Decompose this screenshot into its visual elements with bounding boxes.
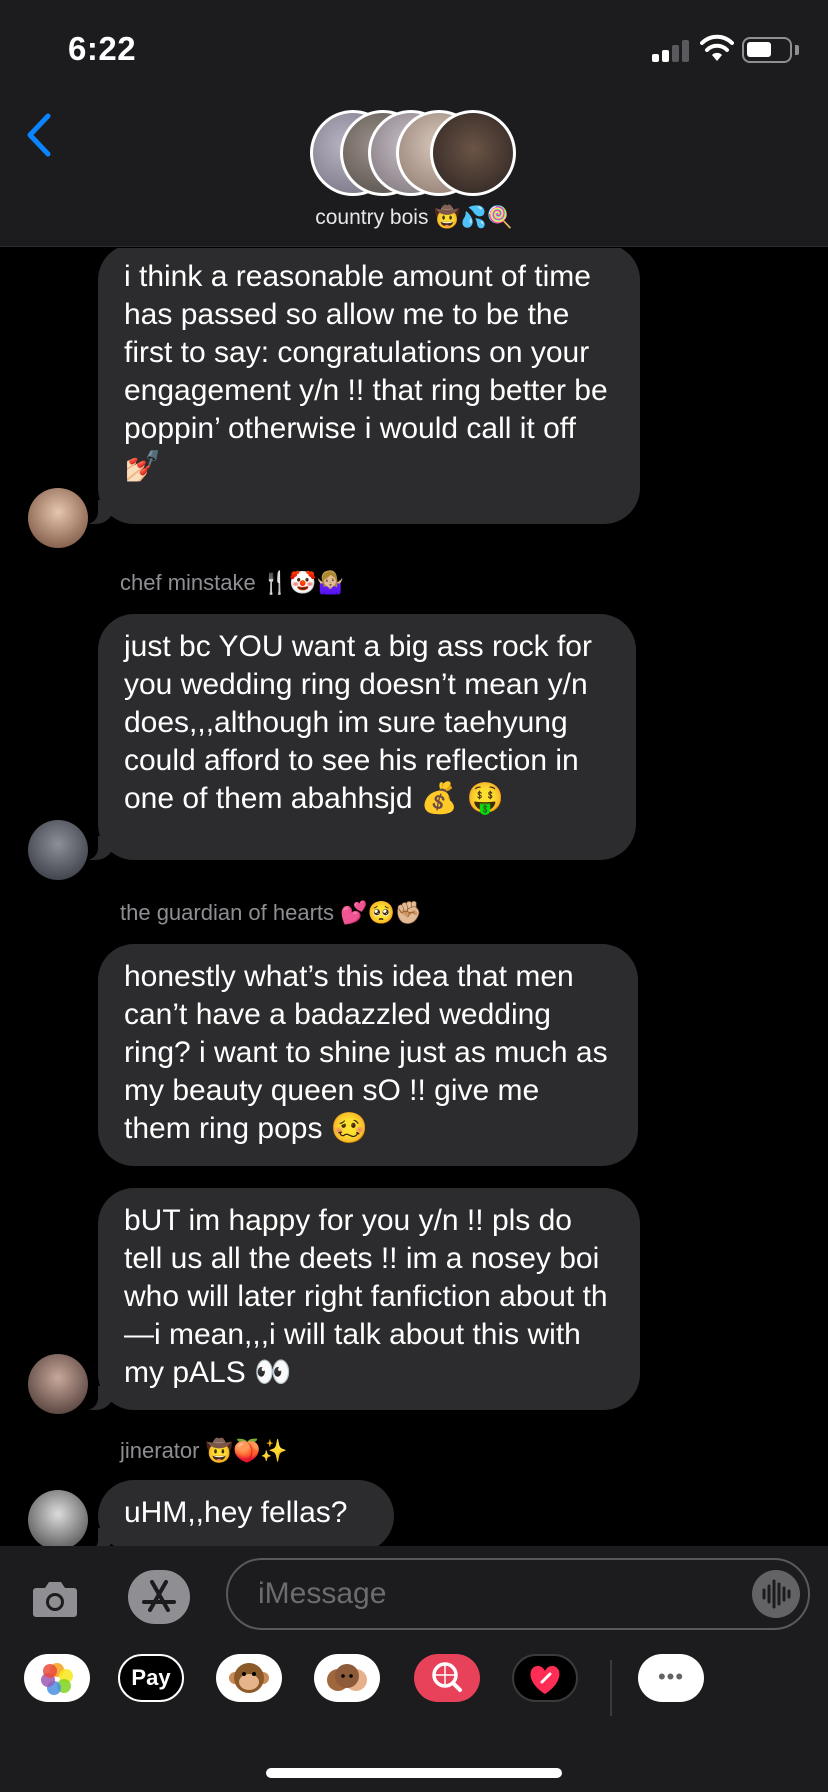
sender-name: the guardian of hearts 💕🥺✊🏼: [120, 900, 423, 925]
sender-avatar: [28, 1490, 88, 1546]
member-avatar: [430, 110, 516, 196]
monkey-icon: [229, 1663, 269, 1693]
photos-icon: [41, 1663, 73, 1695]
message-feed[interactable]: i think a reasonable amount of time has …: [0, 248, 828, 1546]
app-drawer: Pay •••: [0, 1650, 828, 1722]
audio-message-button[interactable]: [752, 1570, 800, 1618]
message-bubble[interactable]: uHM,,hey fellas?: [80, 1480, 394, 1546]
digital-touch-button[interactable]: [512, 1654, 578, 1702]
message-bubble[interactable]: i think a reasonable amount of time has …: [80, 248, 640, 524]
message-bubble[interactable]: just bc YOU want a big ass rock for you …: [80, 614, 636, 860]
message-bubble[interactable]: bUT im happy for you y/n !! pls do tell …: [80, 1188, 640, 1410]
compose-bar: Pay: [0, 1546, 828, 1792]
battery-tip: [795, 45, 799, 55]
wifi-icon: [700, 34, 734, 61]
apple-pay-button[interactable]: Pay: [118, 1654, 184, 1702]
group-name[interactable]: country bois 🤠💦🍭: [0, 206, 828, 230]
sender-name: jinerator 🤠🍑✨: [120, 1438, 288, 1463]
message-input[interactable]: [226, 1558, 810, 1630]
sender-avatar: [28, 820, 88, 880]
waveform-icon: [762, 1579, 791, 1609]
home-indicator[interactable]: [266, 1768, 562, 1778]
cellular-signal-icon: [652, 40, 692, 62]
message-bubble[interactable]: honestly what’s this idea that men can’t…: [98, 944, 638, 1166]
magnifier-globe-icon: [432, 1662, 462, 1692]
search-images-button[interactable]: [414, 1654, 480, 1702]
camera-icon[interactable]: [30, 1574, 80, 1624]
photos-app-button[interactable]: [24, 1654, 90, 1702]
back-button[interactable]: [22, 110, 56, 160]
app-store-icon: [142, 1580, 176, 1612]
sender-avatar: [28, 488, 88, 548]
more-icon: •••: [657, 1664, 685, 1689]
group-avatar-stack[interactable]: [310, 110, 520, 198]
memoji-button[interactable]: [314, 1654, 380, 1702]
status-time: 6:22: [68, 30, 137, 67]
memoji-icon: [327, 1664, 367, 1691]
apple-pay-label: Pay: [131, 1665, 171, 1690]
app-store-button[interactable]: [128, 1570, 190, 1624]
conversation-header: 6:22 country bois 🤠💦🍭: [0, 0, 828, 247]
drawer-separator: [610, 1660, 612, 1716]
sender-name: chef minstake 🍴🤡🤷🏼‍♀️: [120, 570, 345, 595]
sender-avatar: [28, 1354, 88, 1414]
animoji-button[interactable]: [216, 1654, 282, 1702]
more-apps-button[interactable]: •••: [638, 1654, 704, 1702]
heart-icon: [530, 1666, 560, 1694]
battery-icon: [742, 37, 792, 63]
